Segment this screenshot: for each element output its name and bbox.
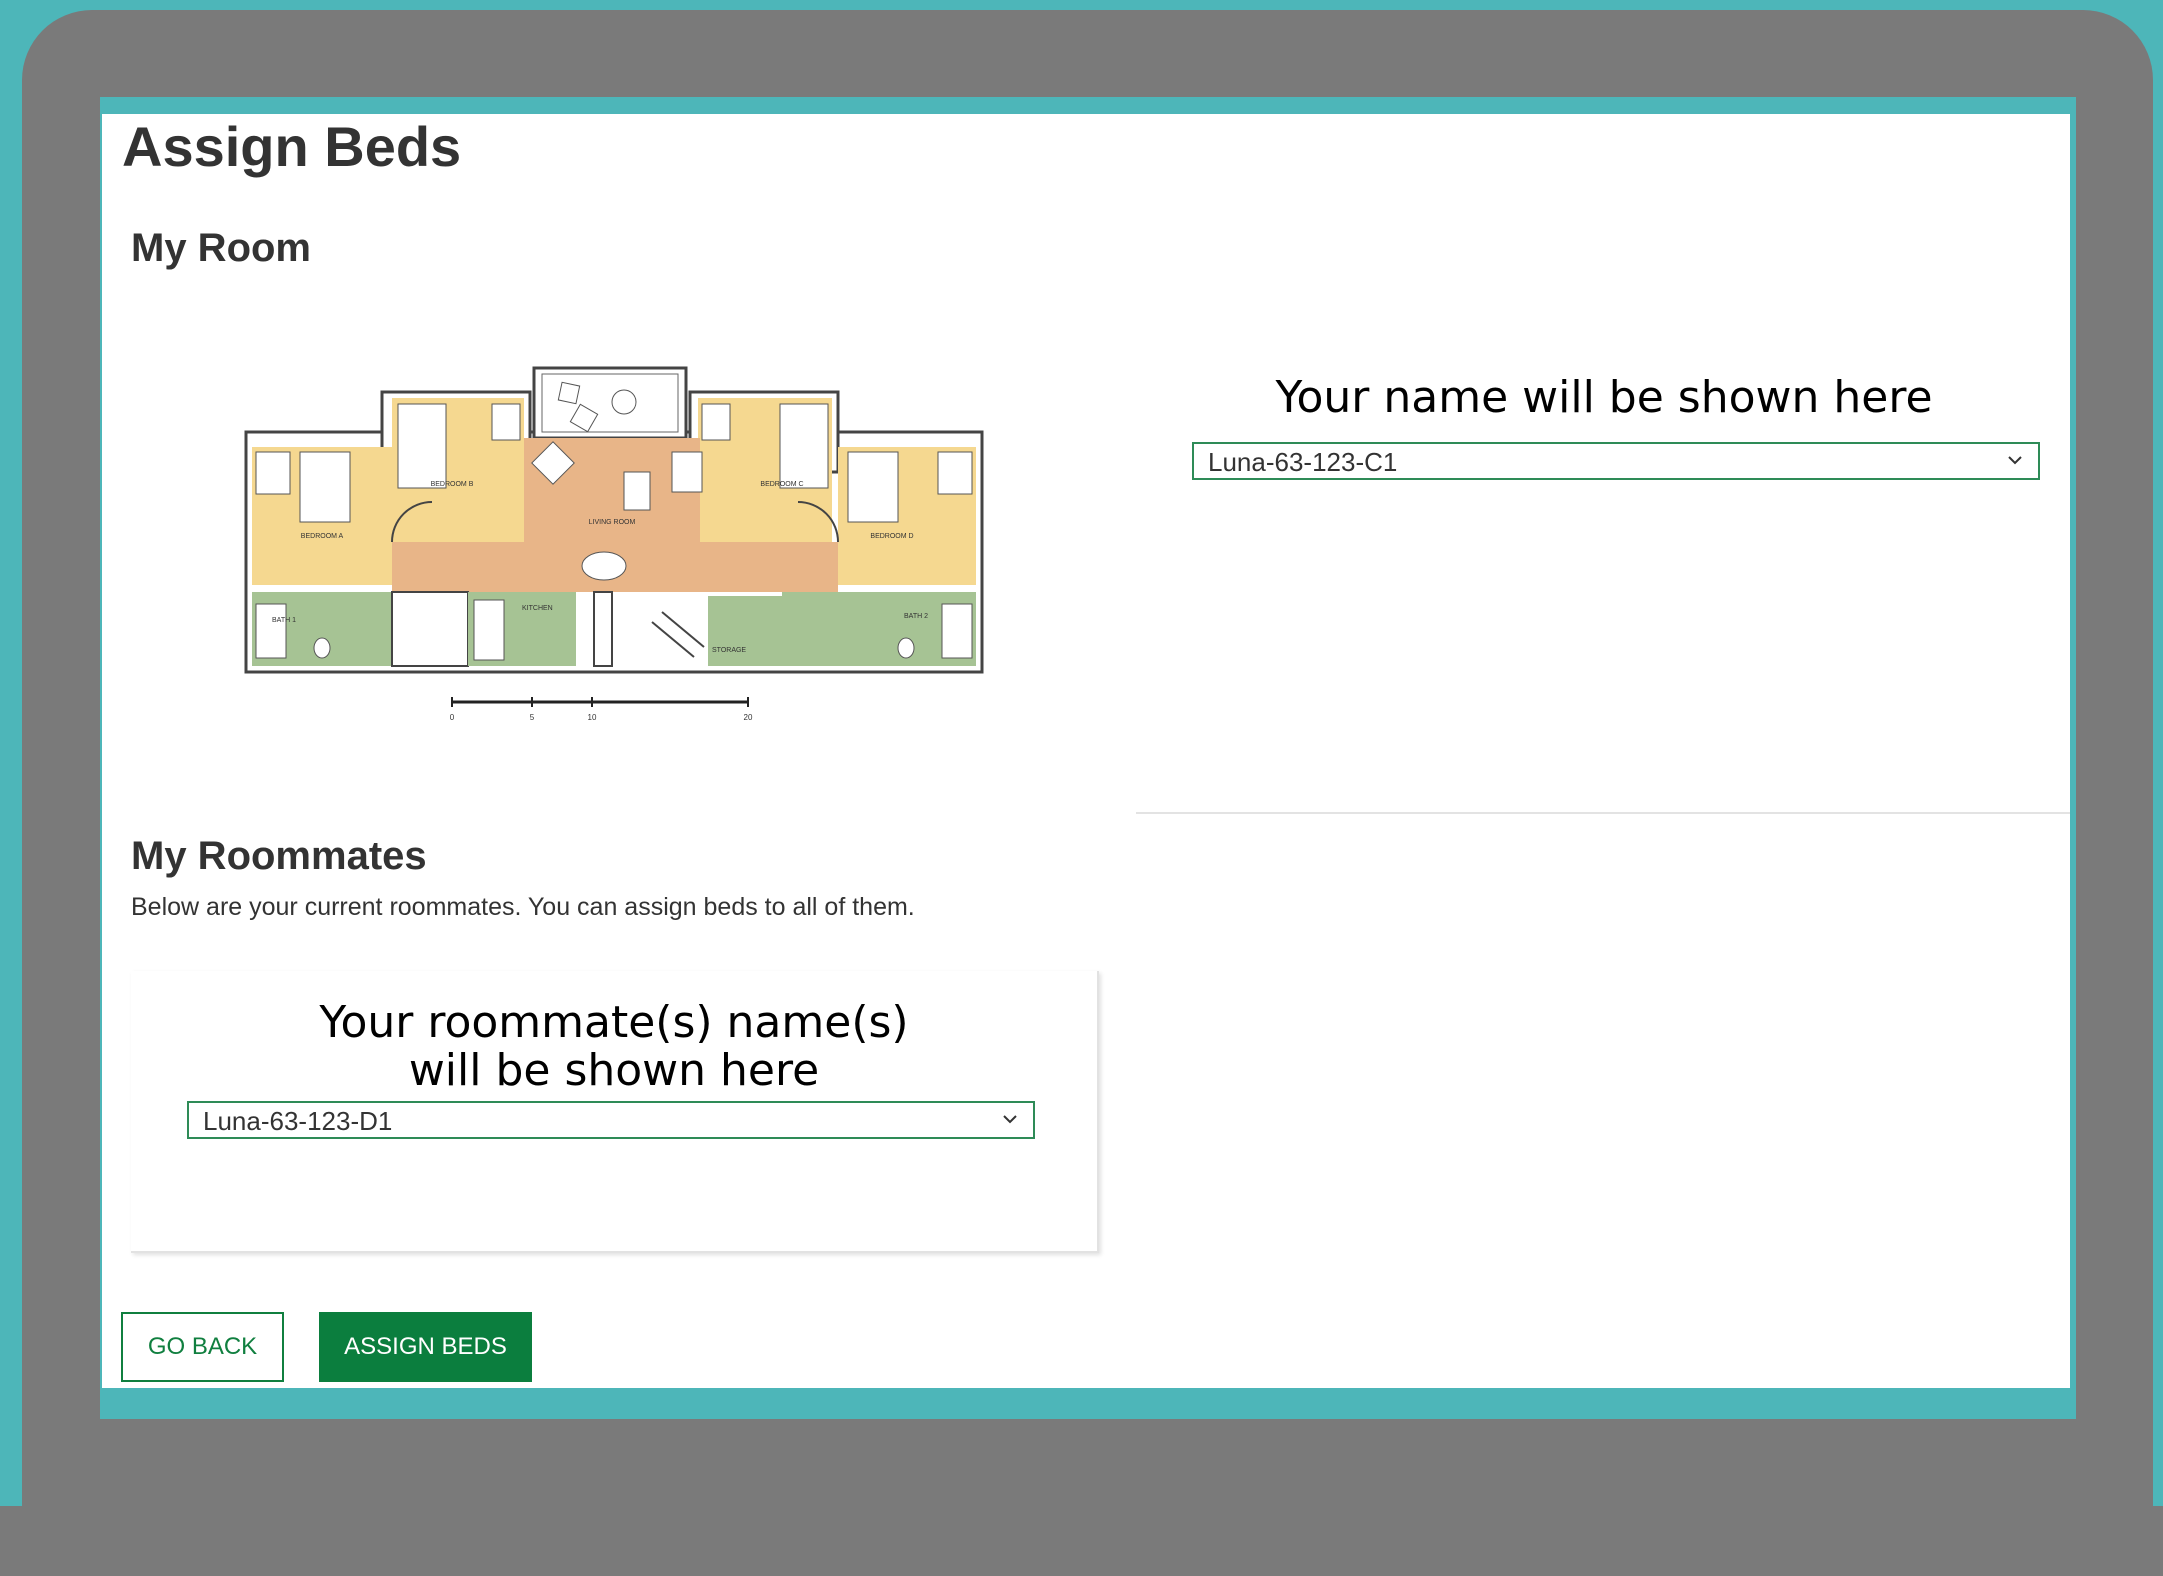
label-bath-1: BATH 1 xyxy=(272,617,296,624)
your-name-note: Your name will be shown here xyxy=(1275,372,1933,423)
assign-beds-page: Assign Beds My Room BEDROOM A BEDROOM B … xyxy=(102,114,2070,1388)
assign-beds-button[interactable]: ASSIGN BEDS xyxy=(319,1312,532,1382)
label-living-room: LIVING ROOM xyxy=(589,519,636,526)
scale-label-5: 5 xyxy=(530,713,535,722)
label-bath-2: BATH 2 xyxy=(904,613,928,620)
roommate-bed-select-value: Luna-63-123-D1 xyxy=(203,1106,393,1136)
my-bed-select-value: Luna-63-123-C1 xyxy=(1208,447,1398,477)
scale-label-20: 20 xyxy=(744,713,753,722)
go-back-button[interactable]: GO BACK xyxy=(121,1312,284,1382)
chevron-down-icon xyxy=(1003,1115,1017,1124)
section-divider xyxy=(1136,812,2070,814)
chevron-down-icon xyxy=(2008,456,2022,465)
label-kitchen: KITCHEN xyxy=(522,605,553,612)
roommate-card: Your roommate(s) name(s) will be shown h… xyxy=(131,971,1099,1253)
label-bedroom-d: BEDROOM D xyxy=(870,533,913,540)
my-room-heading: My Room xyxy=(131,226,311,270)
roommate-bed-select[interactable]: Luna-63-123-D1 xyxy=(187,1101,1035,1139)
scale-label-0: 0 xyxy=(450,713,455,722)
scale-label-10: 10 xyxy=(588,713,597,722)
roommate-note-line-2: will be shown here xyxy=(408,1045,820,1096)
floorplan-image: BEDROOM A BEDROOM B LIVING ROOM BEDROOM … xyxy=(244,366,984,722)
roommate-name-note: Your roommate(s) name(s) will be shown h… xyxy=(131,999,1097,1095)
roommates-description: Below are your current roommates. You ca… xyxy=(131,893,915,921)
my-roommates-heading: My Roommates xyxy=(131,834,427,878)
label-storage: STORAGE xyxy=(712,647,746,654)
roommate-note-line-1: Your roommate(s) name(s) xyxy=(319,997,909,1048)
label-bedroom-c: BEDROOM C xyxy=(760,481,803,488)
label-bedroom-b: BEDROOM B xyxy=(431,481,474,488)
label-bedroom-a: BEDROOM A xyxy=(301,533,344,540)
my-bed-select[interactable]: Luna-63-123-C1 xyxy=(1192,442,2040,480)
device-bottom-strip xyxy=(0,1506,2163,1576)
page-title: Assign Beds xyxy=(122,115,462,178)
